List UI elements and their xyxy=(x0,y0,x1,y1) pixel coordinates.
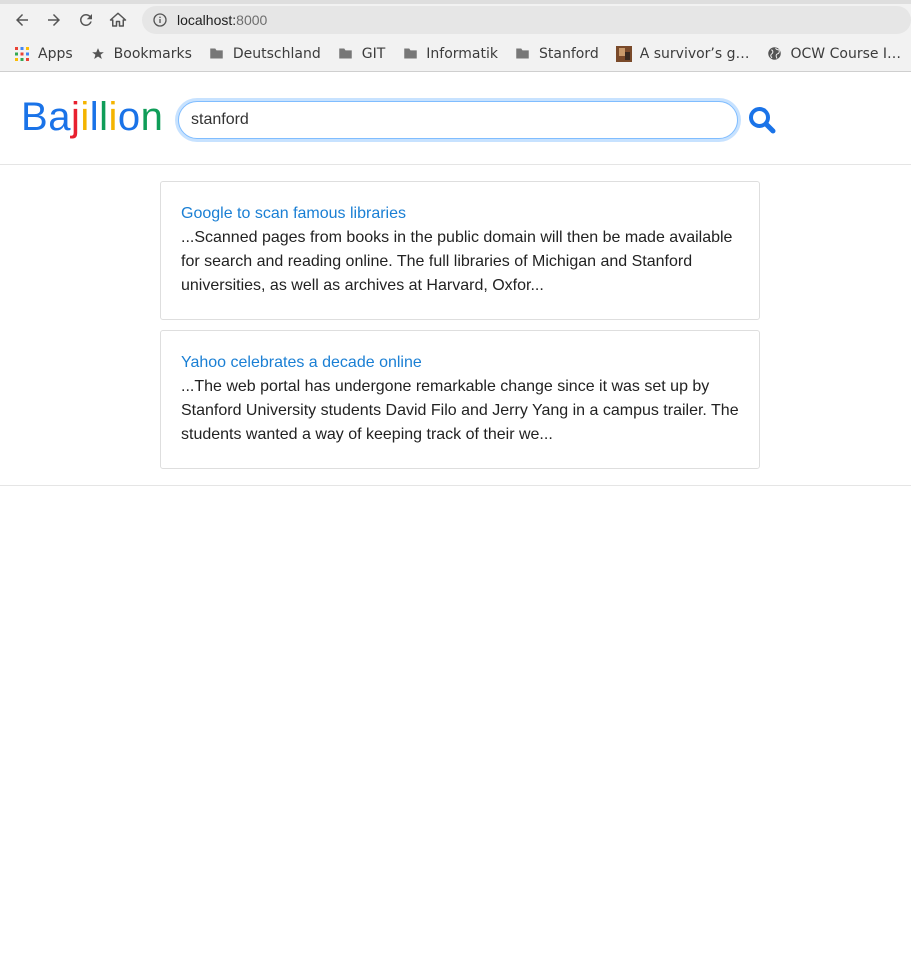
bookmark-label: Deutschland xyxy=(232,45,321,62)
bookmark-label: GIT xyxy=(361,45,386,62)
reload-icon xyxy=(79,13,92,26)
result-title-link[interactable]: Yahoo celebrates a decade online xyxy=(181,352,739,374)
home-button[interactable] xyxy=(104,6,132,34)
folder-icon xyxy=(338,46,354,62)
result-title-link[interactable]: Google to scan famous libraries xyxy=(181,203,739,225)
back-button[interactable] xyxy=(8,6,36,34)
bookmark-bookmarks[interactable]: Bookmarks xyxy=(90,46,192,62)
bajillion-logo[interactable]: Bajillion xyxy=(21,94,163,140)
logo-letter: a xyxy=(48,95,71,139)
logo-letter: l xyxy=(89,95,100,139)
results-list: Google to scan famous libraries ...Scann… xyxy=(0,165,911,486)
bookmark-label: Apps xyxy=(38,45,73,62)
result-card: Google to scan famous libraries ...Scann… xyxy=(160,181,760,320)
bookmark-survivor[interactable]: A survivor’s g… xyxy=(615,45,750,62)
url-port: 8000 xyxy=(236,12,268,28)
browser-toolbar: localhost: 8000 xyxy=(0,4,911,36)
search-button[interactable] xyxy=(746,104,778,136)
folder-icon xyxy=(515,46,531,62)
bookmark-ocw-course[interactable]: OCW Course I… xyxy=(767,45,902,62)
logo-letter: n xyxy=(140,95,164,139)
info-icon[interactable] xyxy=(152,12,168,28)
reload-button[interactable] xyxy=(72,6,100,34)
bookmark-folder-git[interactable]: GIT xyxy=(338,45,386,62)
bookmark-folder-informatik[interactable]: Informatik xyxy=(402,46,498,62)
bookmark-label: A survivor’s g… xyxy=(639,45,750,62)
bookmark-folder-deutschland[interactable]: Deutschland xyxy=(209,46,321,62)
bookmarks-bar: Apps Bookmarks Deutschland GIT Informati… xyxy=(0,36,911,71)
bookmark-apps[interactable]: Apps xyxy=(14,46,73,62)
logo-letter: l xyxy=(99,95,109,139)
forward-button[interactable] xyxy=(40,6,68,34)
star-icon xyxy=(90,46,106,62)
browser-chrome: localhost: 8000 Apps Bookmarks Deutschla… xyxy=(0,0,911,72)
result-snippet: ...Scanned pages from books in the publi… xyxy=(181,229,733,294)
bookmark-label: Stanford xyxy=(538,45,599,62)
globe-icon xyxy=(767,46,783,62)
address-bar[interactable]: localhost: 8000 xyxy=(142,6,911,34)
logo-letter: i xyxy=(108,95,118,139)
search-input[interactable] xyxy=(178,101,738,139)
result-card: Yahoo celebrates a decade online ...The … xyxy=(160,330,760,469)
logo-letter: o xyxy=(117,95,141,139)
logo-letter: B xyxy=(21,95,49,139)
arrow-left-icon xyxy=(16,14,28,26)
favicon-image-icon xyxy=(615,45,632,62)
home-icon xyxy=(109,12,127,27)
logo-letter: i xyxy=(80,95,90,139)
bookmark-label: Informatik xyxy=(426,45,498,62)
search-icon xyxy=(749,107,776,134)
folder-icon xyxy=(209,46,225,62)
site-header: Bajillion xyxy=(0,72,911,165)
apps-grid-icon xyxy=(14,46,30,62)
arrow-right-icon xyxy=(48,14,60,26)
logo-letter: j xyxy=(70,95,81,139)
bookmark-folder-stanford[interactable]: Stanford xyxy=(515,46,599,62)
url-host: localhost: xyxy=(177,12,237,28)
bookmark-label: OCW Course I… xyxy=(790,45,902,62)
folder-icon xyxy=(402,46,418,62)
result-snippet: ...The web portal has undergone remarkab… xyxy=(181,378,739,443)
bookmark-label: Bookmarks xyxy=(113,45,192,62)
